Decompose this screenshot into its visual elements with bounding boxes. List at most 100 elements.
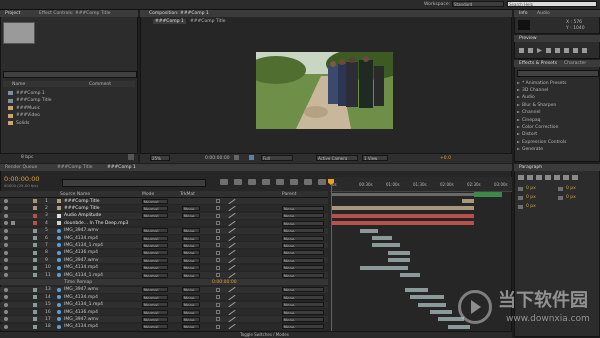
tab-effect-controls[interactable]: Effect Controls: ###Comp Title — [36, 11, 113, 17]
time-remap-value[interactable]: 0:00:00:00 — [212, 280, 237, 285]
layer-name[interactable]: IMG_4134_1.mp4 — [64, 302, 103, 307]
tab-project[interactable]: Project — [2, 11, 24, 17]
effects-category[interactable]: Audio — [516, 95, 598, 101]
layer-parent-select[interactable]: None — [282, 257, 324, 263]
align-option-icon[interactable] — [527, 175, 533, 180]
layer-label-color[interactable] — [33, 228, 37, 233]
layer-mode-select[interactable]: Normal — [142, 302, 168, 308]
layer-search-field[interactable] — [62, 179, 206, 187]
layer-parent-select[interactable]: None — [282, 213, 324, 219]
search-help-input[interactable]: Search Help — [507, 1, 597, 7]
effects-category[interactable]: Expression Controls — [516, 139, 598, 145]
layer-name[interactable]: IMG_3947.wmv — [64, 258, 99, 263]
layer-name[interactable]: IMG_4134.mp4 — [64, 236, 98, 241]
pickwhip-icon[interactable] — [216, 221, 220, 226]
layer-duration-bar[interactable] — [405, 287, 428, 292]
tab-audio[interactable]: Audio — [534, 11, 553, 17]
tab-comp-title[interactable]: ###Comp Title — [54, 165, 96, 171]
switch-slash-icon[interactable] — [228, 309, 236, 315]
tab-render-queue[interactable]: Render Queue — [2, 165, 40, 171]
switch-slash-icon[interactable] — [228, 301, 236, 308]
layer-name[interactable]: IMG_4136.mp4 — [64, 250, 98, 255]
timeline-layer-row[interactable]: 5 IMG_3947.wmv Normal None None — [0, 227, 328, 234]
breadcrumb-comp-title[interactable]: ###Comp Title — [190, 19, 226, 24]
timeline-layer-row[interactable]: 8 IMG_4136.mp4 Normal None None — [0, 249, 328, 256]
layer-trkmat-select[interactable]: None — [182, 242, 200, 248]
layer-parent-select[interactable]: None — [282, 294, 324, 300]
visibility-eye-icon[interactable] — [4, 302, 8, 307]
effects-category[interactable]: 3D Channel — [516, 87, 598, 93]
align-option-icon[interactable] — [554, 175, 560, 180]
layer-mode-select[interactable]: Normal — [142, 250, 168, 256]
layer-mode-select[interactable]: Normal — [142, 265, 168, 271]
paragraph-value[interactable]: 0 px — [526, 204, 536, 209]
timeline-layer-row[interactable]: 15 IMG_4134_1.mp4 Normal None None — [0, 301, 328, 308]
layer-parent-select[interactable]: None — [282, 265, 324, 271]
layer-label-color[interactable] — [33, 236, 37, 240]
layer-duration-bar[interactable] — [400, 273, 420, 277]
layer-name[interactable]: IMG_4134_1.mp4 — [64, 243, 103, 248]
switch-slash-icon[interactable] — [228, 198, 236, 204]
layer-trkmat-select[interactable]: None — [182, 294, 200, 300]
timeline-layer-row[interactable]: 10 IMG_4134.mp4 Normal None None — [0, 264, 328, 271]
pickwhip-icon[interactable] — [216, 213, 220, 218]
first-frame-icon[interactable] — [519, 48, 524, 53]
project-item[interactable]: ###Video — [3, 113, 135, 119]
layer-trkmat-select[interactable]: None — [182, 324, 200, 330]
switch-slash-icon[interactable] — [228, 220, 236, 226]
layer-label-color[interactable] — [33, 295, 37, 300]
current-timecode[interactable]: 0:00:00:00 — [4, 175, 40, 183]
layer-name[interactable]: IMG_4136.mp4 — [64, 310, 98, 315]
switch-slash-icon[interactable] — [228, 316, 236, 323]
layer-duration-bar[interactable] — [388, 250, 410, 255]
layer-name[interactable]: IMG_3947.wmv — [64, 317, 99, 322]
visibility-eye-icon[interactable] — [4, 273, 8, 277]
tab-comp-1[interactable]: ###Comp 1 — [104, 165, 139, 171]
switch-slash-icon[interactable] — [228, 264, 236, 271]
layer-name[interactable]: IMG_3947.wmv — [64, 287, 99, 292]
visibility-eye-icon[interactable] — [4, 236, 8, 240]
project-search-field[interactable] — [3, 71, 137, 78]
toggle-switches-modes[interactable]: Toggle Switches / Modes — [240, 332, 289, 337]
timeline-layer-row[interactable]: 18 IMG_4134.mp4 Normal None None — [0, 323, 328, 330]
visibility-eye-icon[interactable] — [4, 221, 8, 226]
timeline-layer-row[interactable]: 9 IMG_3947.wmv Normal None None — [0, 257, 328, 264]
pickwhip-icon[interactable] — [216, 236, 220, 240]
audio-speaker-icon[interactable] — [11, 221, 15, 226]
layer-label-color[interactable] — [33, 221, 37, 226]
switch-slash-icon[interactable] — [228, 242, 236, 249]
timeline-layer-row[interactable]: 1 ###Comp Title Normal — [0, 198, 328, 204]
layer-parent-select[interactable]: None — [282, 250, 324, 256]
timeline-layer-row[interactable]: 3 Audio Amplitude Normal None None — [0, 212, 328, 219]
effects-category[interactable]: Color Correction — [516, 124, 598, 130]
layer-trkmat-select[interactable]: None — [182, 228, 200, 234]
paragraph-value[interactable]: 0 px — [526, 195, 536, 200]
layer-label-color[interactable] — [33, 302, 37, 307]
layer-trkmat-select[interactable]: None — [182, 205, 200, 211]
timeline-layer-row[interactable]: 16 IMG_4136.mp4 Normal None None — [0, 309, 328, 315]
layer-name[interactable]: IMG_4134.mp4 — [64, 324, 98, 329]
layer-trkmat-select[interactable]: None — [182, 213, 200, 219]
effects-category[interactable]: Cinepaq — [516, 117, 598, 123]
layer-duration-bar[interactable] — [332, 206, 474, 211]
layer-mode-select[interactable]: Normal — [142, 309, 168, 315]
align-option-icon[interactable] — [572, 175, 578, 180]
layer-name[interactable]: IMG_4134.mp4 — [64, 265, 98, 270]
layer-mode-select[interactable]: Normal — [142, 287, 168, 293]
layer-trkmat-select[interactable]: None — [182, 302, 200, 308]
layer-mode-select[interactable]: Normal — [142, 272, 168, 278]
switch-slash-icon[interactable] — [228, 227, 236, 234]
switch-slash-icon[interactable] — [228, 205, 236, 212]
layer-mode-select[interactable]: Normal — [142, 205, 168, 211]
project-item[interactable]: Solids — [3, 120, 135, 126]
layer-label-color[interactable] — [33, 265, 37, 270]
delete-icon[interactable] — [128, 154, 134, 160]
visibility-eye-icon[interactable] — [4, 243, 8, 248]
hide-shy-layers-icon[interactable] — [248, 179, 256, 185]
layer-name[interactable]: IMG_4134_1.mp4 — [64, 273, 103, 278]
layer-trkmat-select[interactable]: None — [182, 250, 200, 256]
timeline-layer-row[interactable]: 4 dounbde... In The Deep.mp3 None — [0, 220, 328, 227]
pickwhip-icon[interactable] — [216, 302, 220, 307]
visibility-eye-icon[interactable] — [4, 228, 8, 233]
timeline-layer-row[interactable]: 14 IMG_4134.mp4 Normal None None — [0, 294, 328, 301]
